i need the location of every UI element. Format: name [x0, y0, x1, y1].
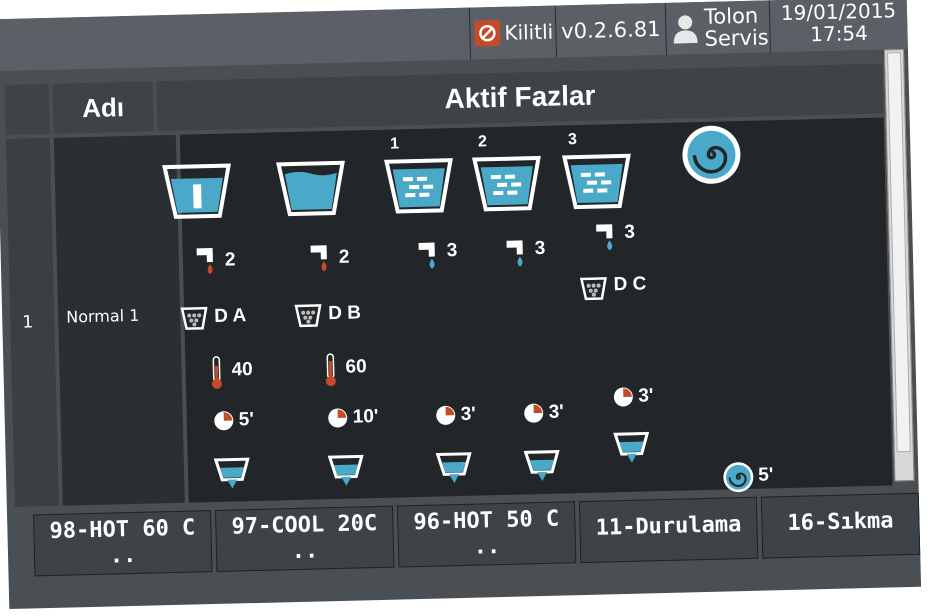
row-number-header [4, 83, 50, 135]
user-icon [673, 15, 698, 44]
user-name: Tolon [703, 3, 759, 29]
basin-number: 3 [567, 131, 578, 149]
lock-icon [474, 19, 501, 47]
water-count: 3 [534, 237, 546, 260]
phase-2[interactable]: 2 D B 60 10' [274, 130, 383, 500]
phase-1[interactable]: 2 D A 40 5' [160, 133, 269, 503]
detergent-icon [294, 304, 322, 328]
temperature-label: 60 [345, 356, 367, 378]
faucet-icon [418, 242, 435, 269]
name-header: Adı [52, 81, 154, 134]
drain-icon [613, 431, 650, 463]
timer-icon [436, 405, 456, 425]
basin-icon [472, 155, 541, 212]
lock-status[interactable]: Kilitli [468, 5, 557, 60]
phases-panel[interactable]: 2 D A 40 5' 2 D B 60 10' 1 3 3' 2 3 3' 3… [162, 117, 893, 503]
program-tab-98[interactable]: 98-HOT 60 C .. [33, 510, 213, 577]
timer-icon [613, 387, 633, 407]
drain-icon [523, 450, 560, 481]
datetime: 19/01/2015 17:54 [768, 0, 908, 53]
tab-label: 98-HOT 60 C [49, 515, 196, 545]
faucet-icon [196, 247, 213, 275]
water-count: 2 [338, 246, 350, 268]
basin-icon [384, 158, 453, 214]
duration-label: 3' [460, 403, 477, 425]
duration-label: 3' [548, 401, 565, 423]
basin-icon [276, 160, 345, 217]
tab-label-more: .. [109, 542, 137, 569]
timer-icon [214, 411, 234, 431]
drain-icon [435, 452, 472, 484]
detergent-label: D A [213, 305, 247, 327]
water-count: 3 [624, 221, 636, 243]
spin-duration: 5' [758, 464, 774, 486]
faucet-icon [596, 224, 613, 251]
timer-icon [524, 403, 544, 423]
duration-label: 3' [638, 385, 654, 407]
tab-label-more: .. [473, 534, 501, 560]
detergent-label: D C [613, 273, 647, 296]
basin-number: 1 [389, 135, 400, 153]
thermometer-icon [211, 356, 222, 389]
drain-icon [327, 454, 364, 486]
version-label: v0.2.6.81 [554, 2, 666, 58]
program-tab-97[interactable]: 97-COOL 20C .. [214, 505, 395, 572]
lock-label: Kilitli [504, 19, 554, 45]
detergent-icon [579, 277, 607, 301]
machine-screen: Kilitli v0.2.6.81 Tolon Servis 19/01/201… [0, 0, 922, 610]
tab-label: 97-COOL 20C [231, 511, 378, 540]
user-role: Servis [704, 25, 769, 51]
phase-5[interactable]: 3 3 D C 3' [560, 123, 669, 493]
basin-number: 2 [477, 133, 488, 151]
basin-icon [162, 163, 231, 219]
detergent-icon [180, 306, 208, 330]
tab-label: 11-Durulama [595, 512, 742, 541]
row-number-column: 1 [5, 137, 59, 507]
program-tab-11[interactable]: 11-Durulama [578, 496, 759, 564]
thermometer-icon [325, 353, 336, 387]
faucet-icon [310, 245, 327, 272]
program-tab-16[interactable]: 16-Sıkma [760, 492, 921, 559]
scrollbar-thumb[interactable] [887, 52, 911, 453]
program-tab-96[interactable]: 96-HOT 50 C .. [396, 501, 577, 568]
detergent-label: D B [327, 302, 362, 325]
faucet-icon [506, 240, 523, 267]
tab-label-more: .. [291, 538, 319, 565]
row-number: 1 [22, 312, 34, 333]
spin-icon [723, 462, 754, 493]
drain-icon [213, 457, 250, 489]
timer-icon [328, 408, 348, 428]
program-name: Normal 1 [65, 305, 140, 327]
status-bar: Kilitli v0.2.6.81 Tolon Servis 19/01/201… [0, 0, 908, 72]
basin-icon [561, 153, 631, 210]
user-panel[interactable]: Tolon Servis [664, 0, 770, 55]
spin-icon [682, 125, 741, 184]
duration-label: 5' [238, 409, 255, 431]
duration-label: 10' [352, 405, 379, 428]
temperature-label: 40 [231, 359, 253, 381]
tab-label: 16-Sıkma [787, 508, 894, 537]
water-count: 2 [224, 249, 236, 271]
tab-label: 96-HOT 50 C [413, 506, 560, 536]
water-count: 3 [446, 240, 458, 262]
